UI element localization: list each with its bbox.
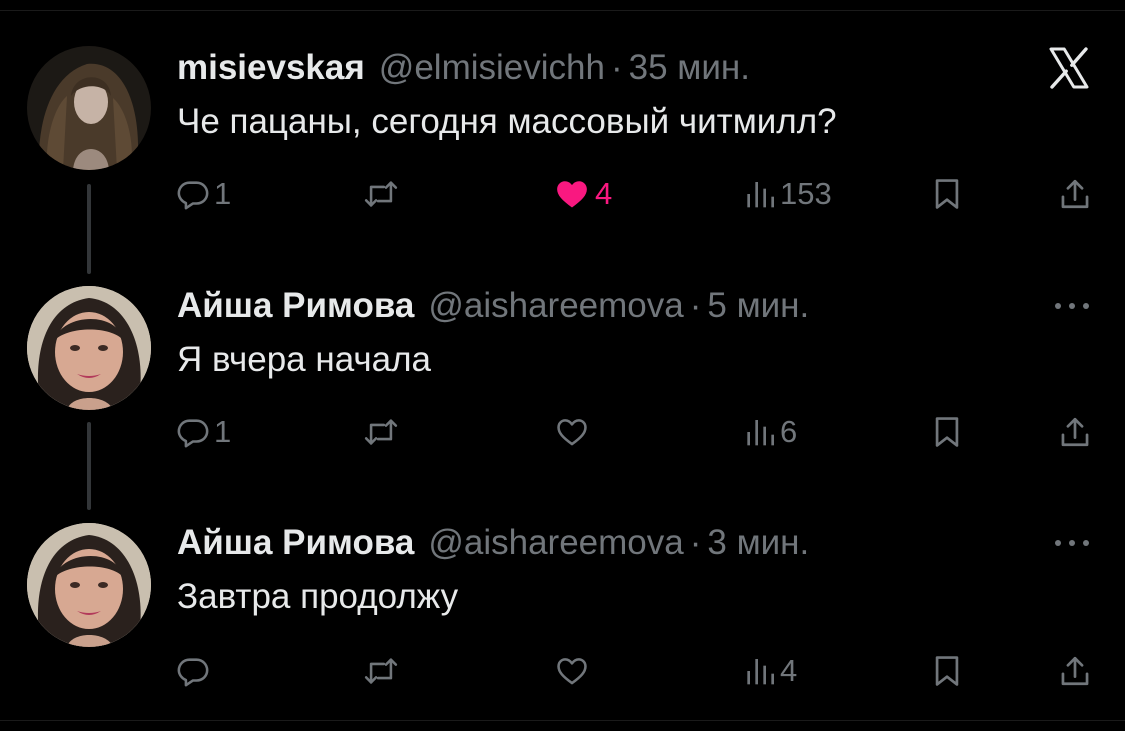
retweet-button[interactable] [362, 410, 400, 454]
heart-outline-icon [553, 415, 591, 449]
tweet-thread: misievskaя @elmisievichh · 35 мин. Че па… [0, 0, 1125, 731]
share-icon [1058, 415, 1092, 449]
action-bar: 1 6 [0, 410, 1125, 454]
x-logo-icon[interactable] [1045, 44, 1093, 97]
views-chart-icon [744, 654, 776, 688]
heart-filled-icon [553, 177, 591, 211]
reply-button[interactable]: 1 [176, 410, 231, 454]
bookmark-button[interactable] [930, 172, 964, 216]
share-button[interactable] [1058, 649, 1092, 693]
more-options-button[interactable] [1052, 521, 1092, 570]
view-count: 153 [780, 176, 832, 211]
avatar[interactable] [27, 523, 151, 647]
views-button[interactable]: 4 [744, 649, 797, 693]
share-button[interactable] [1058, 410, 1092, 454]
share-icon [1058, 654, 1092, 688]
retweet-icon [362, 177, 400, 211]
bookmark-button[interactable] [930, 649, 964, 693]
reply-icon [176, 177, 210, 211]
views-chart-icon [744, 415, 776, 449]
avatar[interactable] [27, 286, 151, 410]
author-handle[interactable]: @elmisievichh [379, 46, 605, 90]
like-button[interactable] [553, 410, 591, 454]
author-handle[interactable]: @aishareemova [428, 521, 683, 565]
timestamp[interactable]: 35 мин. [629, 46, 750, 90]
action-bar: 1 4 153 [0, 172, 1125, 216]
author-name[interactable]: Айша Римова [177, 521, 414, 565]
bookmark-icon [930, 175, 964, 213]
top-divider [0, 10, 1125, 11]
more-dots-icon [1052, 303, 1092, 332]
bookmark-icon [930, 652, 964, 690]
bookmark-icon [930, 413, 964, 451]
view-count: 4 [780, 653, 798, 688]
reply-count: 1 [214, 176, 232, 211]
views-button[interactable]: 6 [744, 410, 797, 454]
like-button[interactable]: 4 [553, 172, 612, 216]
separator: · [689, 286, 702, 325]
reply-count: 1 [214, 414, 232, 449]
share-button[interactable] [1058, 172, 1092, 216]
view-count: 6 [780, 414, 798, 449]
bottom-divider [0, 720, 1125, 721]
tweet-text: Я вчера начала [177, 340, 431, 379]
retweet-button[interactable] [362, 649, 400, 693]
action-bar: 4 [0, 649, 1125, 693]
like-count: 4 [595, 176, 613, 211]
views-button[interactable]: 153 [744, 172, 832, 216]
tweet-header: Айша Римова @aishareemova · 3 мин. [177, 521, 809, 565]
separator: · [610, 48, 623, 87]
reply-button[interactable] [176, 649, 214, 693]
tweet-header: Айша Римова @aishareemova · 5 мин. [177, 284, 809, 328]
heart-outline-icon [553, 654, 591, 688]
timestamp[interactable]: 5 мин. [707, 284, 809, 328]
author-name[interactable]: Айша Римова [177, 284, 414, 328]
views-chart-icon [744, 177, 776, 211]
author-handle[interactable]: @aishareemova [428, 284, 683, 328]
tweet-text: Че пацаны, сегодня массовый читмилл? [177, 102, 837, 141]
retweet-icon [362, 654, 400, 688]
like-button[interactable] [553, 649, 591, 693]
reply-icon [176, 415, 210, 449]
more-dots-icon [1052, 540, 1092, 569]
tweet-header: misievskaя @elmisievichh · 35 мин. [177, 46, 750, 90]
share-icon [1058, 177, 1092, 211]
avatar[interactable] [27, 46, 151, 170]
timestamp[interactable]: 3 мин. [707, 521, 809, 565]
reply-icon [176, 654, 210, 688]
tweet-text: Завтра продолжу [177, 577, 459, 616]
retweet-button[interactable] [362, 172, 400, 216]
separator: · [689, 523, 702, 562]
retweet-icon [362, 415, 400, 449]
author-name[interactable]: misievskaя [177, 46, 365, 90]
bookmark-button[interactable] [930, 410, 964, 454]
reply-button[interactable]: 1 [176, 172, 231, 216]
more-options-button[interactable] [1052, 284, 1092, 333]
